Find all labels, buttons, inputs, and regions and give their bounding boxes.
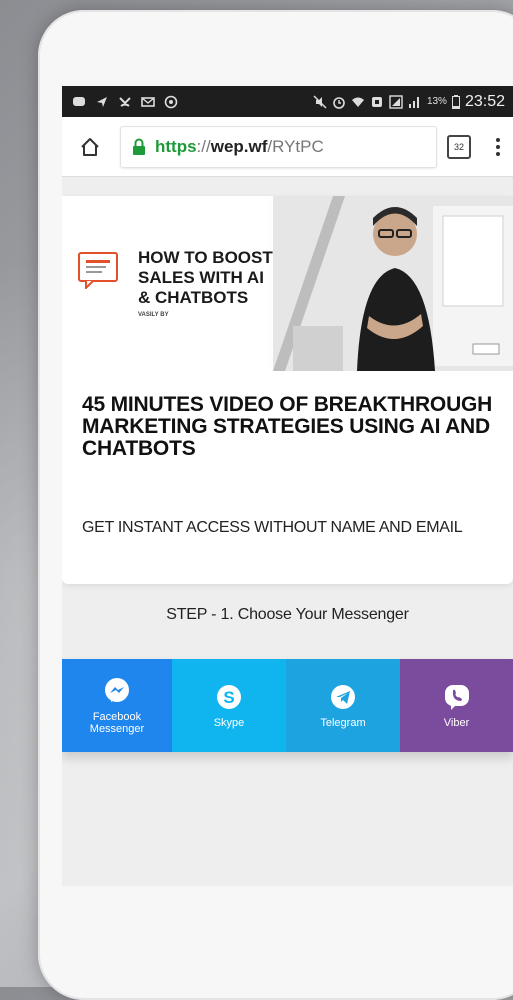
messenger-icon [105, 677, 129, 702]
address-bar[interactable]: https://wep.wf/RYtPC [120, 125, 437, 168]
battery-percent: 13% [426, 96, 447, 107]
battery-icon [451, 94, 460, 109]
menu-dot-icon [496, 137, 500, 142]
phone-screen: 13% 23:52 https://wep.wf/RYtPC 32 HOW T… [62, 86, 513, 886]
skype-button[interactable]: S Skype [172, 659, 286, 752]
alarm-icon [333, 96, 345, 109]
cellular-signal-icon [389, 94, 403, 109]
page-headline: 45 MINUTES VIDEO OF BREAKTHROUGH MARKETI… [82, 393, 493, 460]
missed-call-icon [119, 96, 131, 107]
menu-dot-icon [496, 151, 500, 156]
mute-icon [313, 94, 327, 109]
banner-author: VASILY BY [138, 312, 169, 318]
lock-icon [133, 138, 145, 155]
offer-card: HOW TO BOOST SALES WITH AI & CHATBOTS VA… [62, 196, 513, 584]
speech-bubble-logo [78, 252, 118, 289]
svg-text:S: S [223, 688, 234, 707]
viber-icon [444, 684, 469, 710]
skype-icon: S [217, 684, 241, 709]
overflow-menu-button[interactable] [493, 137, 503, 156]
telegram-button[interactable]: Telegram [286, 659, 400, 752]
url-host: wep.wf [210, 136, 268, 156]
facebook-messenger-button[interactable]: Facebook Messenger [62, 659, 172, 752]
url-separator: :// [196, 136, 211, 156]
browser-toolbar: https://wep.wf/RYtPC 32 [62, 117, 513, 177]
messenger-selector: Facebook Messenger S Skype Telegram Vibe… [62, 659, 513, 752]
home-button[interactable] [72, 129, 108, 165]
wifi-icon [351, 97, 364, 107]
status-bar: 13% 23:52 [62, 86, 513, 117]
clock: 23:52 [464, 92, 505, 110]
telegram-label: Telegram [320, 716, 366, 729]
skype-label: Skype [213, 716, 245, 729]
home-icon [81, 137, 99, 156]
viber-button[interactable]: Viber [400, 659, 513, 752]
facebook-messenger-label: Facebook Messenger [89, 710, 145, 735]
location-icon [97, 96, 107, 107]
telegram-icon [331, 684, 355, 709]
viber-label: Viber [443, 716, 470, 729]
url-scheme: https [155, 136, 197, 156]
signal-bars-icon [408, 96, 419, 108]
url-path: /RYtPC [267, 136, 324, 156]
webinar-banner: HOW TO BOOST SALES WITH AI & CHATBOTS VA… [62, 196, 513, 371]
step-instruction: STEP - 1. Choose Your Messenger [166, 606, 409, 623]
page-subheadline: GET INSTANT ACCESS WITHOUT NAME AND EMAI… [82, 519, 463, 536]
chat-notification-icon [73, 96, 85, 106]
presenter-photo [273, 196, 513, 371]
mail-icon [141, 96, 155, 107]
nfc-icon [371, 96, 382, 107]
tab-switcher-button[interactable]: 32 [447, 134, 471, 159]
menu-dot-icon [496, 144, 500, 149]
whatsapp-icon [164, 95, 178, 108]
